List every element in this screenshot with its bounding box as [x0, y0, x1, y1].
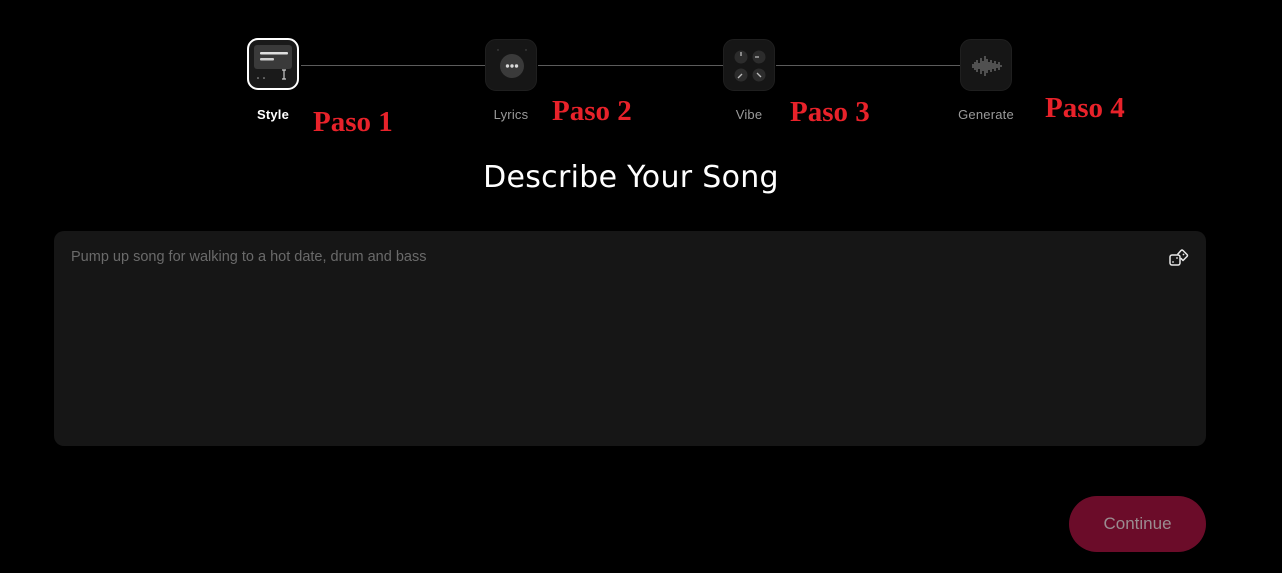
style-editor-icon	[254, 45, 292, 80]
song-description-box	[54, 231, 1206, 446]
annotation-paso-4: Paso 4	[1045, 92, 1125, 124]
song-creator-page: Style Paso 1 Lyrics Paso 2 Vibe Paso 3 G…	[0, 0, 1282, 573]
knobs-icon	[734, 50, 766, 82]
step-lyrics-button[interactable]	[485, 39, 537, 91]
page-title: Describe Your Song	[483, 160, 779, 195]
step-connector	[301, 65, 485, 66]
step-generate-button[interactable]	[960, 39, 1012, 91]
continue-button[interactable]: Continue	[1069, 496, 1206, 552]
song-description-input[interactable]	[54, 231, 1206, 446]
step-style-button[interactable]	[247, 38, 299, 90]
dice-icon	[1169, 249, 1189, 266]
chat-bubble-icon	[497, 49, 527, 78]
random-prompt-button[interactable]	[1168, 247, 1190, 269]
annotation-paso-2: Paso 2	[552, 95, 632, 127]
step-connector	[776, 65, 960, 66]
annotation-paso-1: Paso 1	[313, 106, 393, 138]
step-vibe-button[interactable]	[723, 39, 775, 91]
step-label-generate[interactable]: Generate	[926, 107, 1046, 122]
waveform-icon	[972, 56, 1002, 76]
annotation-paso-3: Paso 3	[790, 96, 870, 128]
step-connector	[538, 65, 723, 66]
